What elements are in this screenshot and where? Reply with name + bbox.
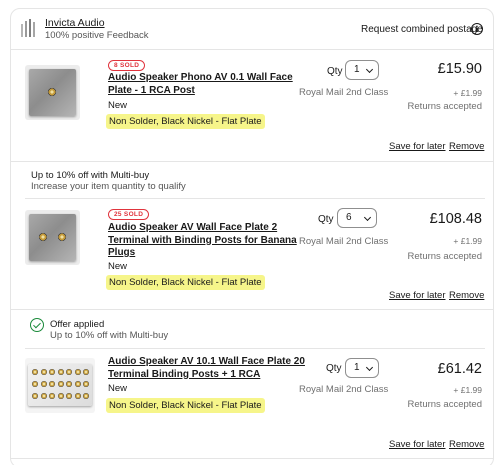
divider [10,458,494,459]
item-title-line: Audio Speaker AV Wall Face Plate 2 [108,222,278,233]
offer-applied-title: Offer applied [50,319,105,330]
chevron-down-icon [365,363,374,372]
item-title-line: Terminal Binding Posts + 1 RCA [108,368,261,380]
binding-post [32,381,38,387]
rca-post [48,88,56,96]
multibuy-promo-subtitle: Increase your item quantity to qualify [31,181,186,192]
quantity-value: 1 [354,64,360,75]
divider [25,348,485,349]
face-plate-image [29,69,76,116]
quantity-select[interactable]: 1 [345,60,379,80]
item-condition: New [108,100,128,111]
shipping-cost: + £1.99 [453,385,482,395]
binding-post [32,393,38,399]
qty-label: Qty [326,363,342,374]
binding-post [40,393,47,399]
item-title-line: Audio Speaker Phono AV 0.1 Wall Face [108,72,293,83]
returns-policy: Returns accepted [407,251,482,262]
item-variant: Non Solder, Black Nickel - Flat Plate [106,398,265,413]
item-title-line: Plate - 1 RCA Post [108,84,195,96]
postage-method: Royal Mail 2nd Class [299,87,389,98]
item-variant: Non Solder, Black Nickel - Flat Plate [106,275,265,290]
quantity-select[interactable]: 6 [337,208,377,228]
binding-post [58,233,66,241]
quantity-value: 6 [346,212,352,223]
seller-feedback: 100% positive Feedback [45,30,149,41]
binding-post [57,393,64,399]
save-for-later-button[interactable]: Save for later [389,141,446,152]
binding-post [83,381,89,387]
item-title-line: Terminal with Binding Posts for Banana [108,234,297,246]
binding-post [49,393,55,399]
binding-post [32,369,38,375]
item-title-link[interactable]: Audio Speaker AV Wall Face Plate 2 Termi… [108,222,298,260]
binding-post [49,381,55,387]
binding-post [83,393,89,399]
item-condition: New [108,261,128,272]
item-thumbnail[interactable] [25,210,80,265]
item-title-line: Plugs [108,247,136,258]
face-plate-image [29,214,76,261]
item-price: £108.48 [429,211,482,227]
item-price: £61.42 [437,361,482,377]
multibuy-promo-title: Up to 10% off with Multi-buy [31,170,150,181]
item-price: £15.90 [437,61,482,77]
binding-post [74,381,81,387]
item-title-line: Audio Speaker AV 10.1 Wall Face Plate 20 [108,356,305,367]
binding-post [39,233,47,241]
qty-label: Qty [318,214,334,225]
sold-badge: 25 SOLD [108,209,150,220]
item-condition: New [108,383,128,394]
binding-post [74,369,81,375]
chevron-down-icon [363,213,372,222]
returns-policy: Returns accepted [407,101,482,112]
binding-post [74,393,81,399]
quantity-select[interactable]: 1 [345,358,379,378]
postage-method: Royal Mail 2nd Class [299,236,389,247]
divider [10,309,494,310]
binding-post [66,381,72,387]
qty-label: Qty [327,66,343,77]
offer-applied-subtitle: Up to 10% off with Multi-buy [50,330,169,341]
shipping-cost: + £1.99 [453,236,482,246]
binding-post [66,393,72,399]
item-title-link[interactable]: Audio Speaker AV 10.1 Wall Face Plate 20… [108,356,308,381]
binding-post [57,381,64,387]
divider [25,198,485,199]
face-plate-image [28,364,92,406]
remove-button[interactable]: Remove [449,439,484,450]
shipping-cost: + £1.99 [453,88,482,98]
binding-post [66,369,72,375]
binding-post [40,369,47,375]
save-for-later-button[interactable]: Save for later [389,439,446,450]
returns-policy: Returns accepted [407,399,482,410]
item-thumbnail[interactable] [25,358,95,413]
seller-name-link[interactable]: Invicta Audio [45,17,105,29]
save-for-later-button[interactable]: Save for later [389,290,446,301]
chevron-down-icon [365,65,374,74]
request-combined-postage[interactable]: Request combined postage [361,24,483,35]
item-title-link[interactable]: Audio Speaker Phono AV 0.1 Wall Face Pla… [108,72,298,97]
binding-post [57,369,64,375]
item-thumbnail[interactable] [25,65,80,120]
binding-post [83,369,89,375]
binding-post [49,369,55,375]
remove-button[interactable]: Remove [449,290,484,301]
divider [10,161,494,162]
binding-post [40,381,47,387]
sold-badge: 8 SOLD [108,60,146,71]
postage-method: Royal Mail 2nd Class [299,384,389,395]
info-icon[interactable]: i [471,23,483,35]
check-circle-icon [30,318,44,332]
remove-button[interactable]: Remove [449,141,484,152]
seller-logo-icon [21,19,35,37]
quantity-value: 1 [354,362,360,373]
divider [10,49,494,50]
item-variant: Non Solder, Black Nickel - Flat Plate [106,114,265,129]
